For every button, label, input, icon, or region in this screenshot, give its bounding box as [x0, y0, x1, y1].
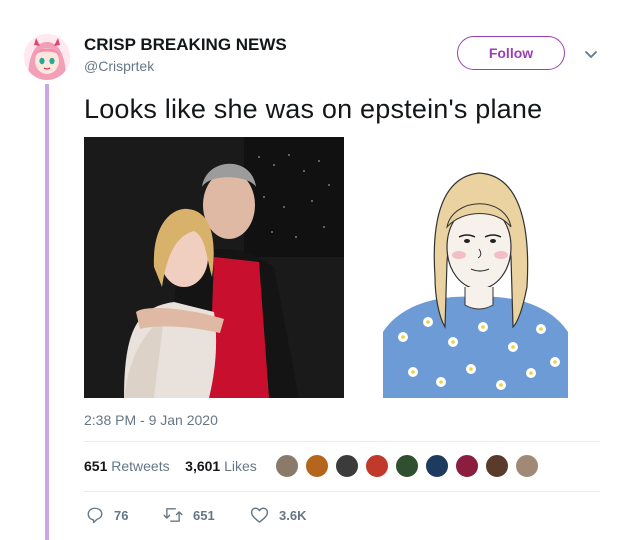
liker-avatar[interactable]: [365, 454, 389, 478]
liker-avatar[interactable]: [305, 454, 329, 478]
profile-avatar[interactable]: [24, 34, 70, 80]
tweet-text: Looks like she was on epstein's plane: [84, 94, 543, 124]
liker-avatar[interactable]: [425, 454, 449, 478]
divider-top: [84, 441, 600, 442]
likes-count[interactable]: 3,601: [185, 458, 220, 474]
reply-count: 76: [114, 507, 129, 523]
retweet-action[interactable]: 651: [163, 506, 215, 524]
liker-avatar[interactable]: [275, 454, 299, 478]
liker-avatar[interactable]: [395, 454, 419, 478]
account-name[interactable]: CRISP BREAKING NEWS: [84, 35, 287, 55]
liker-avatars: [275, 454, 545, 480]
heart-icon: [250, 507, 269, 523]
liker-avatar[interactable]: [455, 454, 479, 478]
thread-line: [45, 84, 49, 540]
reply-icon: [87, 507, 103, 524]
likes-label[interactable]: Likes: [224, 458, 257, 474]
anime-girl-avatar-icon: [24, 34, 70, 80]
tweet-drawing[interactable]: [383, 137, 568, 398]
account-handle[interactable]: @Crisprtek: [84, 58, 154, 74]
retweet-icon: [163, 508, 183, 522]
like-action[interactable]: 3.6K: [250, 506, 306, 524]
like-count: 3.6K: [279, 507, 307, 523]
liker-avatar[interactable]: [485, 454, 509, 478]
tweet-timestamp[interactable]: 2:38 PM - 9 Jan 2020: [84, 412, 218, 428]
reply-action[interactable]: 76: [86, 506, 128, 524]
divider-bottom: [84, 491, 600, 492]
retweet-count: 651: [193, 507, 215, 523]
engagement-stats: 651 Retweets 3,601 Likes: [84, 458, 257, 474]
liker-avatar[interactable]: [515, 454, 539, 478]
tweet-photo[interactable]: [84, 137, 344, 398]
follow-button[interactable]: Follow: [457, 36, 565, 70]
liker-avatar[interactable]: [335, 454, 359, 478]
retweets-label[interactable]: Retweets: [111, 458, 169, 474]
retweets-count[interactable]: 651: [84, 458, 107, 474]
chevron-down-icon[interactable]: [583, 46, 599, 62]
